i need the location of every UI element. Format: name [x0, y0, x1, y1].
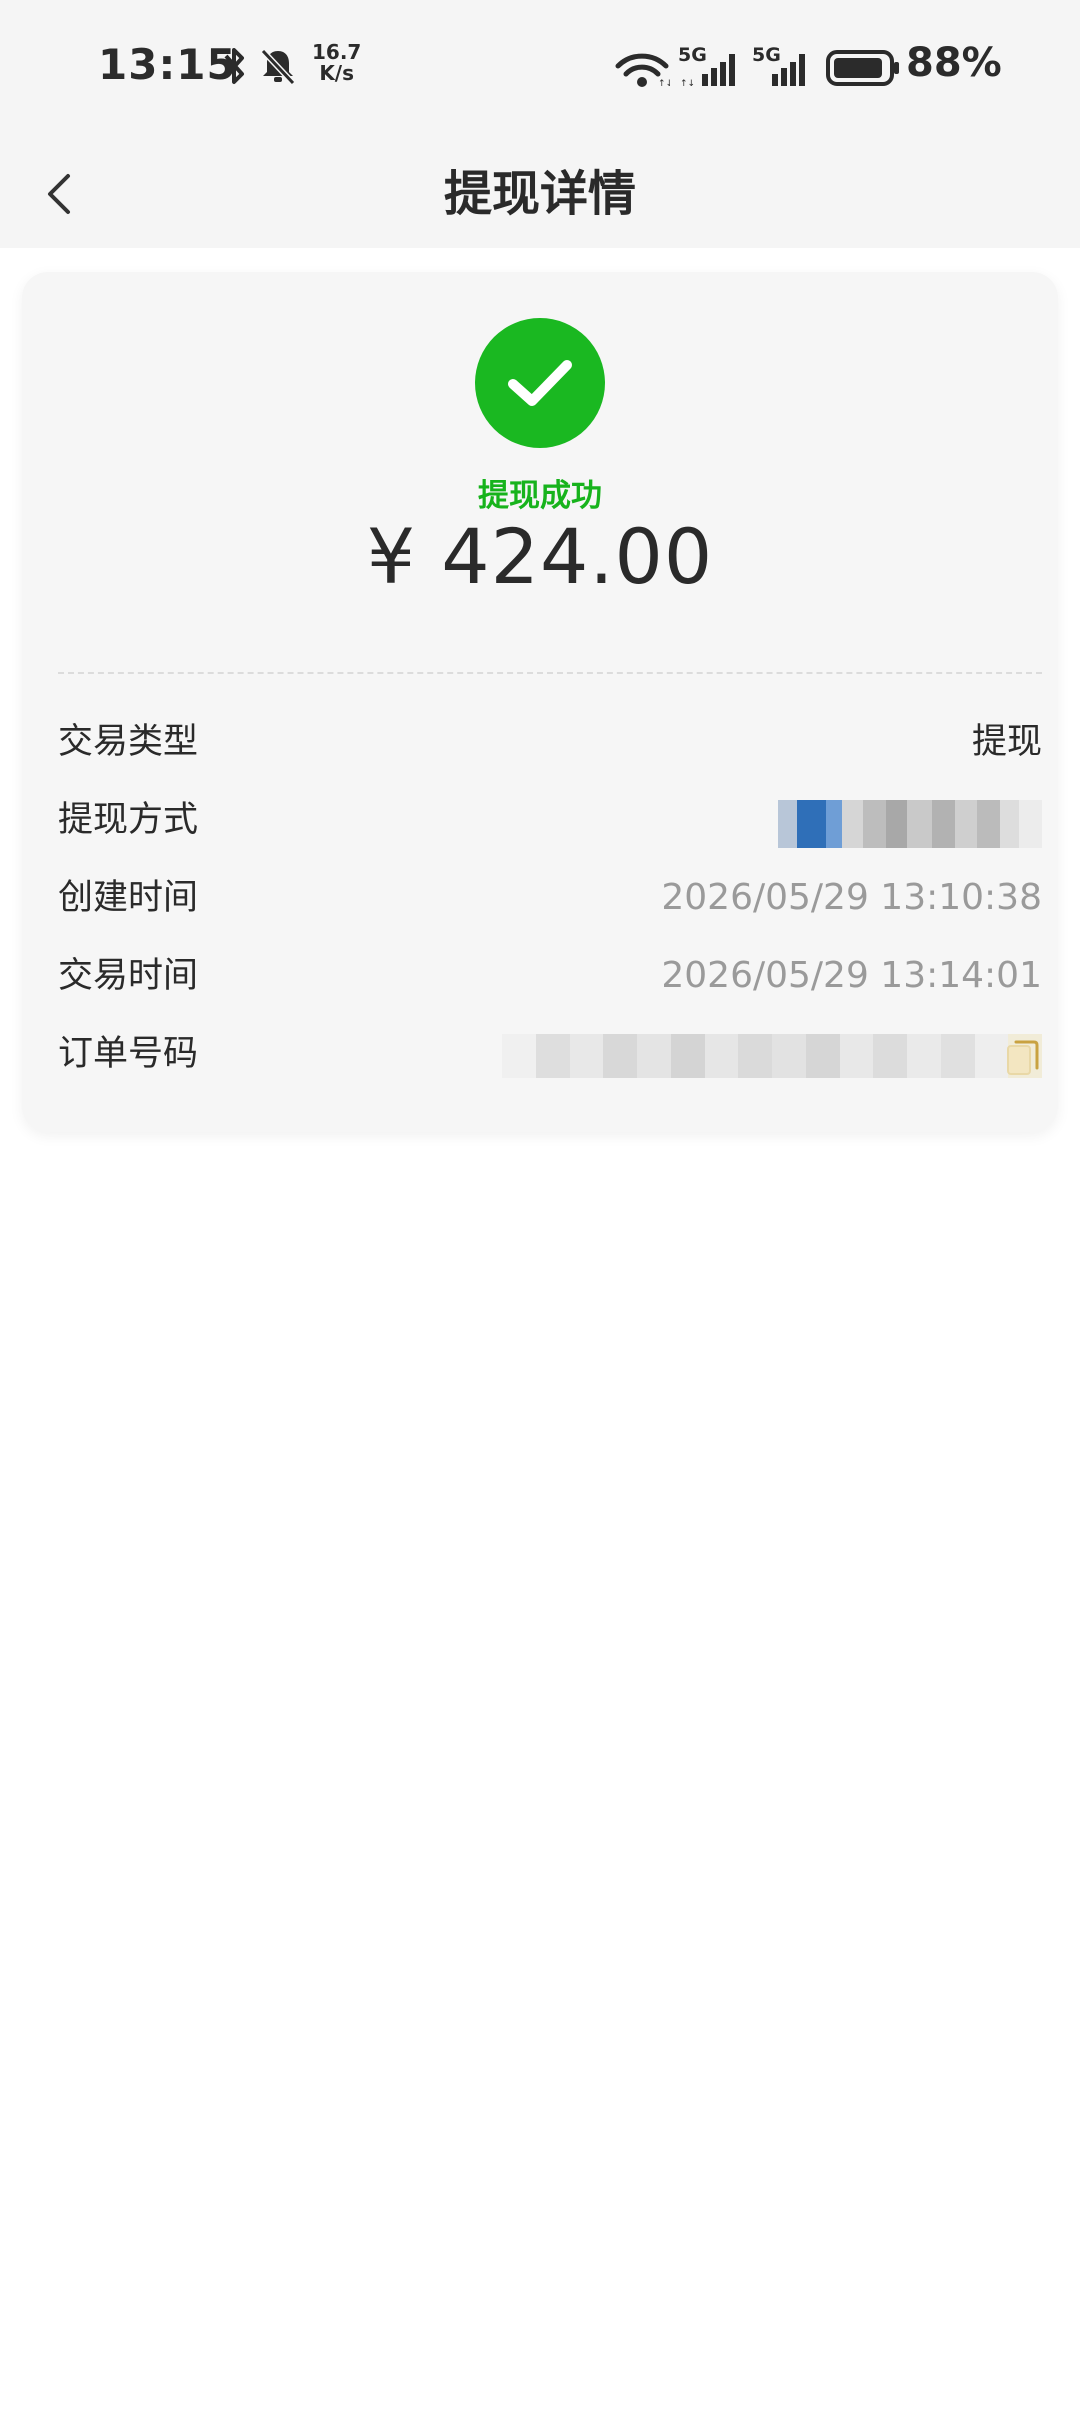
net-speed-unit: K/s — [319, 61, 355, 85]
page-title: 提现详情 — [443, 166, 636, 222]
chevron-left-icon — [48, 174, 70, 214]
signal-icon: ↑↓ — [680, 54, 735, 88]
svg-text:↑↓: ↑↓ — [680, 79, 695, 88]
detail-row-trade-time: 交易时间 2026/05/29 13:14:01 — [58, 946, 1042, 1006]
trade-time-value: 2026/05/29 13:14:01 — [661, 955, 1042, 996]
order-number-redacted — [502, 1034, 1042, 1078]
created-value: 2026/05/29 13:10:38 — [661, 877, 1042, 918]
trade-time-label: 交易时间 — [58, 956, 199, 996]
detail-row-type: 交易类型 提现 — [58, 712, 1042, 772]
success-check-icon — [475, 318, 605, 448]
withdrawal-status: 提现成功 — [478, 478, 602, 514]
copy-icon[interactable] — [1006, 1038, 1040, 1078]
detail-row-created: 创建时间 2026/05/29 13:10:38 — [58, 868, 1042, 928]
net-speed-value: 16.7 — [312, 40, 362, 64]
detail-row-method: 提现方式 — [58, 790, 1043, 850]
net-speed: 16.7 K/s — [312, 42, 361, 84]
created-label: 创建时间 — [58, 878, 199, 918]
status-time: 13:15 — [98, 40, 237, 89]
svg-text:↑↓: ↑↓ — [658, 79, 670, 88]
dashed-divider — [58, 672, 1042, 674]
battery-icon — [826, 50, 899, 86]
mute-bell-icon — [260, 48, 296, 86]
back-button[interactable] — [24, 158, 96, 230]
method-label: 提现方式 — [58, 800, 199, 840]
signal-icon-2 — [772, 54, 805, 86]
checkmark-icon — [508, 360, 572, 406]
type-value: 提现 — [971, 722, 1042, 762]
method-value-redacted — [778, 800, 1043, 848]
order-label: 订单号码 — [58, 1034, 199, 1074]
nav-bar: 提现详情 — [0, 140, 1080, 248]
bluetooth-icon — [224, 48, 244, 84]
detail-row-order: 订单号码 — [58, 1024, 1042, 1084]
withdrawal-detail-card: 提现成功 ¥ 424.00 交易类型 提现 提现方式 创建时间 2026/05/… — [22, 272, 1058, 1132]
wifi-icon: ↑↓ — [615, 53, 670, 88]
type-label: 交易类型 — [58, 722, 199, 762]
withdrawal-amount: ¥ 424.00 — [366, 512, 714, 601]
battery-percent: 88% — [906, 40, 1002, 86]
status-bar: 13:15 16.7 K/s ↑↓ 5G ↑↓ 5G 88% — [0, 0, 1080, 140]
